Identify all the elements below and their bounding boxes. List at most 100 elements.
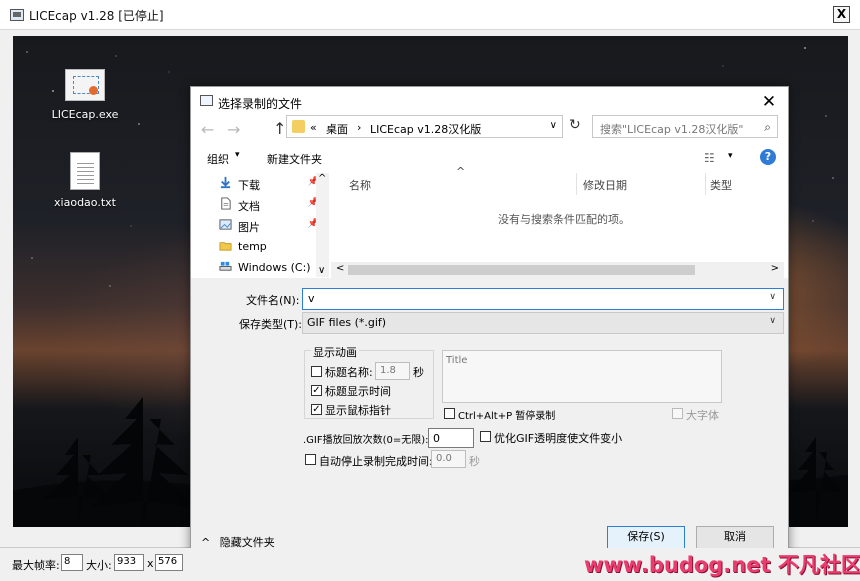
filetype-label: 保存类型(T): [239,318,303,331]
save-options-panel: 文件名(N): v ∨ 保存类型(T): GIF files (*.gif) ∨… [191,278,788,555]
desktop-item-licecap-exe[interactable]: LICEcap.exe [40,69,130,121]
dialog-close-button[interactable]: ✕ [758,91,780,113]
gif-loop-label: .GIF播放回放次数(0=无限): [303,435,429,446]
auto-stop-seconds-input[interactable]: 0.0 [431,450,466,468]
desktop-item-label: LICEcap.exe [51,108,119,121]
filename-input[interactable]: v ∨ [302,288,784,310]
refresh-icon[interactable]: ↻ [569,117,581,133]
filetype-select[interactable]: GIF files (*.gif) ∨ [302,312,784,334]
auto-stop-seconds-unit: 秒 [469,455,480,468]
up-arrow-icon[interactable]: ↑ [273,119,286,138]
max-fps-input[interactable]: 8 [61,554,83,571]
text-file-icon [70,152,100,190]
app-close-button[interactable]: X [833,6,850,23]
size-separator: x [147,557,154,570]
nav-item-pictures[interactable]: 图片 📌 [219,217,319,235]
filename-value: v [308,292,315,305]
app-title: LICEcap v1.28 [已停止] [29,9,164,23]
search-icon[interactable]: ⌕ [764,120,771,135]
nav-item-label: 下载 [238,179,260,192]
title-time-label: 标题显示时间 [325,385,391,398]
capture-width-input[interactable]: 933 [114,554,144,571]
max-fps-label: 最大帧率: [12,559,60,572]
desktop-item-xiaodao-txt[interactable]: xiaodao.txt [40,152,130,209]
display-animation-title: 显示动画 [311,344,359,360]
address-dropdown-icon[interactable]: ∨ [550,120,557,131]
scroll-down-icon[interactable]: ∨ [318,265,325,276]
title-name-label: 标题名称: [325,366,373,379]
nav-item-label: Windows (C:) [238,261,311,274]
nav-item-temp[interactable]: temp [219,238,319,256]
scroll-right-icon[interactable]: > [771,263,779,274]
large-font-label: 大字体 [686,409,719,422]
nav-item-windows-drive[interactable]: Windows (C:) [219,259,319,277]
gif-loop-count-value: 0 [433,432,440,445]
address-bar[interactable]: « 桌面 › LICEcap v1.28汉化版 ∨ [286,115,563,138]
folder-icon [219,242,232,251]
mouse-pointer-checkbox[interactable]: ✓ [311,404,322,415]
navigation-pane: 下载 📌 文档 📌 图片 📌 temp Windows (C:) [211,173,331,277]
title-textarea[interactable]: Title [442,350,722,403]
capture-statusbar: 最大帧率: 8 大小: 933 x 576 www.budog.net 不凡社区 [0,548,860,581]
optimize-gif-label: 优化GIF透明度使文件变小 [494,432,623,445]
nav-item-downloads[interactable]: 下载 📌 [219,175,319,193]
view-dropdown-icon[interactable]: ▾ [728,151,733,161]
nav-item-label: 文档 [238,200,260,213]
licecap-app-icon [10,9,24,21]
back-arrow-icon[interactable]: ← [201,120,214,139]
dialog-title: 选择录制的文件 [218,97,303,111]
optimize-gif-checkbox[interactable] [480,431,491,442]
filename-label: 文件名(N): [246,294,300,307]
forward-arrow-icon[interactable]: → [227,120,240,139]
save-button[interactable]: 保存(S) [607,526,685,549]
sort-indicator-icon: ^ [456,165,466,178]
drive-icon [219,261,232,271]
seconds-unit: 秒 [413,366,424,379]
large-font-checkbox [672,408,683,419]
capture-frame: LICEcap.exe xiaodao.txt 选择录制的文件 ✕ ← → ↑ … [0,30,860,556]
folder-icon [292,120,305,133]
organize-button[interactable]: 组织 [207,151,229,167]
search-placeholder: 搜索"LICEcap v1.28汉化版" [600,123,744,136]
column-header-date[interactable]: 修改日期 [583,177,627,193]
help-icon[interactable]: ? [760,149,776,165]
nav-item-label: 图片 [238,221,260,234]
pause-hotkey-checkbox[interactable] [444,408,455,419]
auto-stop-checkbox[interactable] [305,454,316,465]
display-animation-group: 显示动画 标题名称: 1.8 秒 ✓ 标题显示时间 ✓ 显示鼠标指针 [304,344,434,419]
app-titlebar: LICEcap v1.28 [已停止] X [0,0,860,30]
empty-results-message: 没有与搜索条件匹配的项。 [498,213,630,226]
new-folder-button[interactable]: 新建文件夹 [267,151,322,167]
nav-item-documents[interactable]: 文档 📌 [219,196,319,214]
breadcrumb-desktop[interactable]: 桌面 [326,121,348,137]
breadcrumb-prefix: « [310,121,317,134]
scrollbar-thumb[interactable] [348,265,695,275]
filename-dropdown-icon[interactable]: ∨ [769,292,776,302]
title-time-checkbox[interactable]: ✓ [311,385,322,396]
file-list-horizontal-scrollbar[interactable]: < > [331,262,784,278]
title-name-seconds-input[interactable]: 1.8 [375,362,410,380]
download-icon [220,176,231,189]
licecap-exe-icon [65,69,105,101]
site-watermark: www.budog.net 不凡社区 [584,553,860,577]
scroll-left-icon[interactable]: < [336,263,344,274]
breadcrumb-separator: › [357,121,362,134]
gif-loop-count-input[interactable]: 0 [428,428,474,448]
cancel-button[interactable]: 取消 [696,526,774,549]
scroll-up-icon[interactable]: ^ [318,173,326,184]
view-options-icon[interactable]: ☷ [704,151,715,165]
column-header-type[interactable]: 类型 [710,177,732,193]
save-file-dialog: 选择录制的文件 ✕ ← → ↑ « 桌面 › LICEcap v1.28汉化版 … [190,86,789,556]
column-divider [576,173,577,195]
picture-icon [219,219,232,230]
search-input[interactable]: 搜索"LICEcap v1.28汉化版" ⌕ [592,115,778,138]
navigation-scrollbar[interactable]: ^ ∨ [316,173,329,277]
filetype-dropdown-icon[interactable]: ∨ [769,316,776,326]
organize-dropdown-icon[interactable]: ▾ [235,150,240,160]
breadcrumb-folder[interactable]: LICEcap v1.28汉化版 [370,121,481,137]
capture-height-input[interactable]: 576 [155,554,183,571]
dialog-app-icon [200,95,213,106]
filetype-value: GIF files (*.gif) [307,316,387,329]
title-name-checkbox[interactable] [311,366,322,377]
column-header-name[interactable]: 名称 [349,177,371,193]
